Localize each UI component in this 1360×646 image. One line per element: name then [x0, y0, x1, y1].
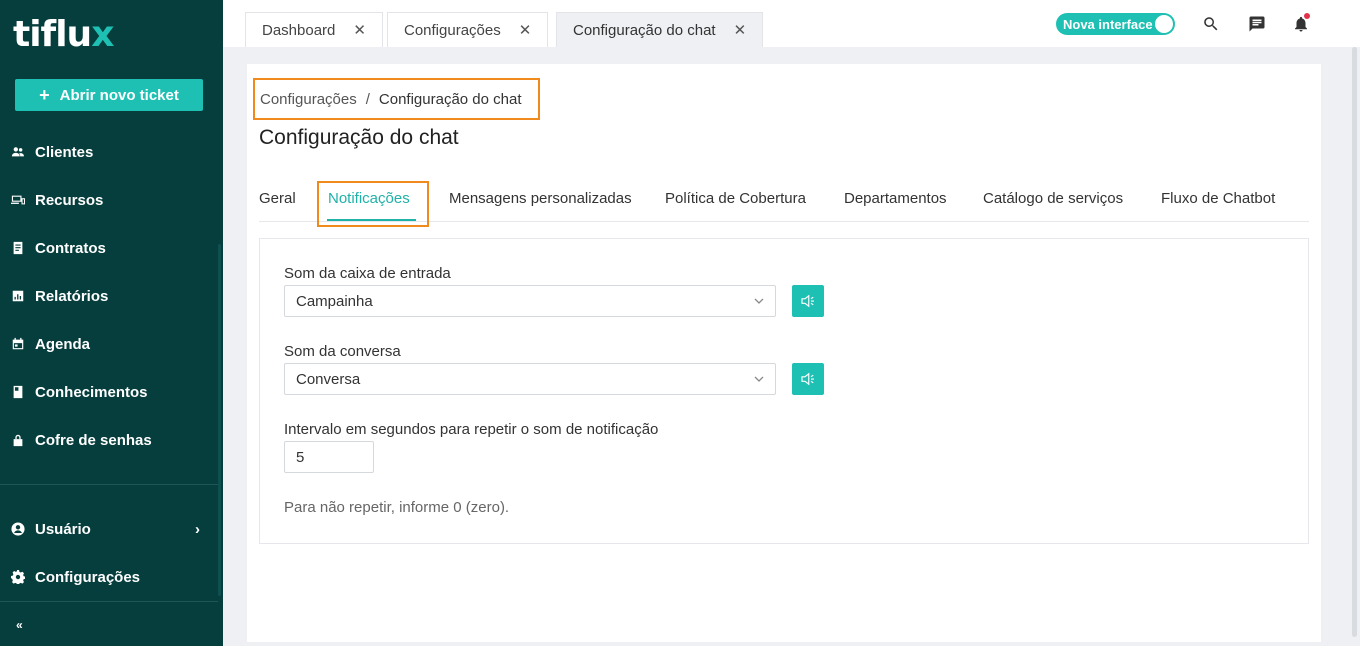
users-icon — [11, 145, 25, 159]
tab-fluxo-de-chatbot[interactable]: Fluxo de Chatbot — [1161, 190, 1275, 207]
notification-dot — [1304, 13, 1310, 19]
tab-mensagens-personalizadas[interactable]: Mensagens personalizadas — [449, 190, 632, 207]
sidebar-divider — [0, 601, 218, 602]
chat-icon[interactable] — [1247, 14, 1267, 34]
toggle-knob — [1155, 15, 1173, 33]
sidebar-item-label: Conhecimentos — [35, 383, 148, 401]
sidebar-item-label: Agenda — [35, 335, 91, 353]
gear-icon — [11, 570, 25, 584]
close-icon[interactable]: ✕ — [353, 21, 366, 39]
report-icon — [11, 289, 25, 303]
sidebar-item-usuario[interactable]: Usuário › — [0, 509, 218, 549]
conversation-sound-select[interactable]: Conversa — [284, 363, 776, 395]
sidebar-item-label: Recursos — [35, 191, 104, 209]
interval-hint: Para não repetir, informe 0 (zero). — [284, 499, 510, 516]
chevron-right-icon: › — [195, 521, 200, 538]
contract-icon — [11, 241, 25, 255]
collapse-sidebar-icon[interactable]: « — [16, 618, 23, 632]
inbox-sound-label: Som da caixa de entrada — [284, 265, 451, 282]
sidebar-item-label: Configurações — [35, 568, 141, 586]
speaker-icon — [801, 372, 814, 386]
play-inbox-sound-button[interactable] — [792, 285, 824, 317]
page-scrollbar[interactable] — [1352, 47, 1357, 637]
active-tab-highlight — [317, 181, 429, 227]
interval-input[interactable] — [284, 441, 374, 473]
new-interface-toggle[interactable]: Nova interface — [1056, 13, 1175, 35]
sidebar-item-label: Usuário — [35, 520, 91, 538]
devices-icon — [11, 193, 25, 207]
user-icon — [11, 522, 25, 536]
chevron-down-icon — [753, 294, 765, 306]
tab-catalogo-de-servicos[interactable]: Catálogo de serviços — [983, 190, 1123, 207]
sidebar-item-agenda[interactable]: Agenda — [0, 320, 218, 368]
sidebar-item-recursos[interactable]: Recursos — [0, 176, 218, 224]
new-ticket-label: Abrir novo ticket — [59, 86, 179, 104]
tab-label: Configuração do chat — [573, 21, 716, 39]
play-conversation-sound-button[interactable] — [792, 363, 824, 395]
sidebar-item-conhecimentos[interactable]: Conhecimentos — [0, 368, 218, 416]
tiflux-logo[interactable]: tiflux — [13, 14, 114, 55]
calendar-icon — [11, 337, 25, 351]
tab-politica-de-cobertura[interactable]: Política de Cobertura — [665, 190, 806, 207]
sidebar-item-label: Cofre de senhas — [35, 431, 152, 449]
new-ticket-button[interactable]: + Abrir novo ticket — [15, 79, 203, 111]
close-icon[interactable]: ✕ — [519, 21, 532, 39]
tab-label: Configurações — [404, 21, 501, 39]
tab-dashboard[interactable]: Dashboard ✕ — [245, 12, 383, 47]
sidebar-item-relatorios[interactable]: Relatórios — [0, 272, 218, 320]
tab-label: Dashboard — [262, 21, 336, 39]
close-icon[interactable]: ✕ — [734, 21, 747, 39]
interval-label: Intervalo em segundos para repetir o som… — [284, 421, 659, 438]
breadcrumb-parent-link[interactable]: Configurações — [260, 91, 357, 108]
lock-icon — [11, 433, 25, 447]
conversation-sound-label: Som da conversa — [284, 343, 401, 360]
toggle-label: Nova interface — [1063, 16, 1153, 32]
chevron-down-icon — [753, 372, 765, 384]
breadcrumb-separator: / — [365, 90, 370, 108]
sidebar-item-label: Contratos — [35, 239, 106, 257]
sidebar-item-cofre-de-senhas[interactable]: Cofre de senhas — [0, 416, 218, 464]
speaker-icon — [801, 294, 814, 308]
breadcrumb: Configurações / Configuração do chat — [253, 78, 540, 120]
tab-configuracoes[interactable]: Configurações ✕ — [387, 12, 549, 47]
sidebar-item-contratos[interactable]: Contratos — [0, 224, 218, 272]
book-icon — [11, 385, 25, 399]
tab-geral[interactable]: Geral — [259, 190, 296, 207]
sidebar-item-label: Clientes — [35, 143, 94, 161]
page-title: Configuração do chat — [259, 126, 459, 149]
tab-departamentos[interactable]: Departamentos — [844, 190, 947, 207]
plus-icon: + — [39, 84, 50, 105]
sidebar-item-configuracoes[interactable]: Configurações — [0, 557, 218, 597]
sidebar-scrollbar[interactable] — [218, 244, 221, 596]
search-icon[interactable] — [1201, 14, 1221, 34]
tab-configuracao-do-chat[interactable]: Configuração do chat ✕ — [556, 12, 764, 47]
topbar: Dashboard ✕ Configurações ✕ Configuração… — [223, 0, 1360, 47]
sidebar: tiflux + Abrir novo ticket Clientes Recu… — [0, 0, 223, 646]
conversation-sound-value: Conversa — [296, 370, 361, 388]
breadcrumb-current: Configuração do chat — [378, 90, 522, 108]
sidebar-divider — [0, 484, 218, 485]
inbox-sound-select[interactable]: Campainha — [284, 285, 776, 317]
sidebar-nav: Clientes Recursos Contratos Relatórios A… — [0, 128, 218, 464]
sidebar-item-label: Relatórios — [35, 287, 109, 305]
bell-icon[interactable] — [1291, 13, 1311, 34]
inbox-sound-value: Campainha — [296, 292, 373, 310]
sidebar-item-clientes[interactable]: Clientes — [0, 128, 218, 176]
